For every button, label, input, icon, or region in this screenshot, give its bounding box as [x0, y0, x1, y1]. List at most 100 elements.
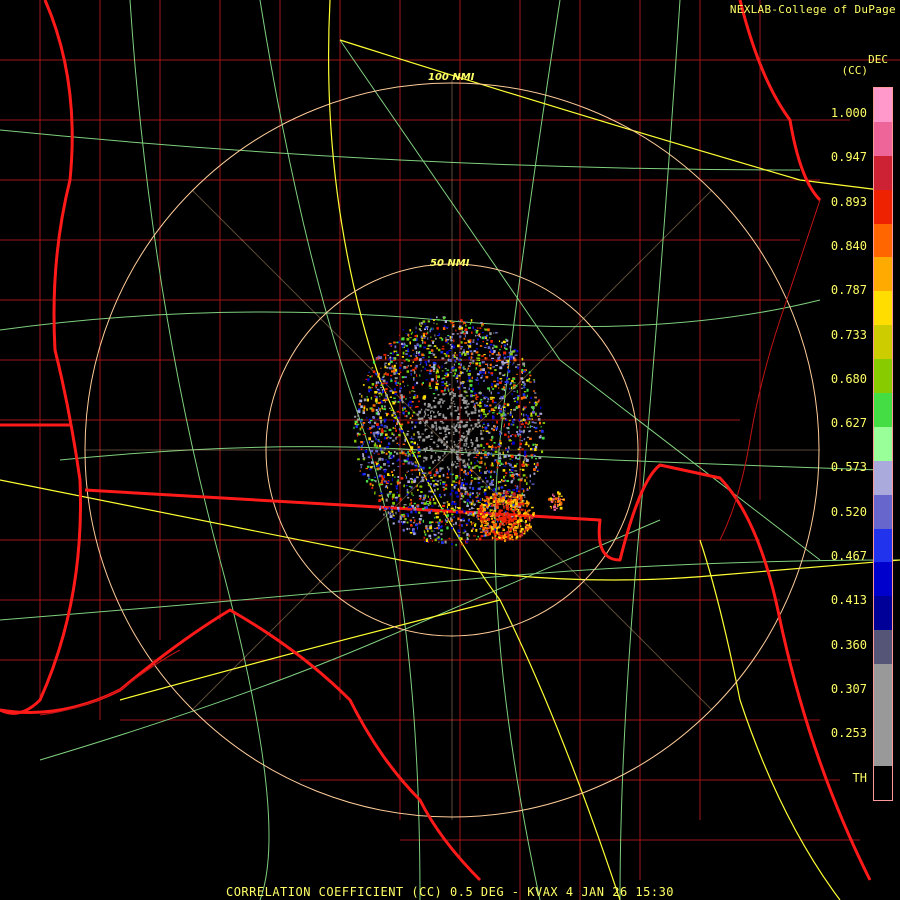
radar-echo-pixel [436, 480, 440, 483]
radar-echo-pixel [523, 530, 526, 533]
radar-echo-pixel [393, 419, 395, 423]
radar-echo-pixel [467, 373, 471, 375]
radar-echo-pixel [468, 458, 470, 461]
radar-echo-pixel [497, 445, 501, 448]
radar-echo-pixel [480, 504, 483, 507]
radar-echo-pixel [467, 472, 469, 475]
radar-echo-pixel [519, 468, 522, 471]
radar-echo-pixel [495, 500, 497, 503]
radar-echo-pixel [419, 498, 422, 500]
radar-echo-pixel [534, 448, 537, 452]
radar-echo-pixel [417, 448, 421, 452]
radar-echo-pixel [492, 409, 496, 412]
radar-echo-pixel [448, 349, 452, 352]
radar-echo-pixel [414, 461, 416, 463]
radar-echo-pixel [440, 525, 443, 527]
radar-echo-pixel [357, 448, 360, 450]
radar-echo-pixel [405, 344, 408, 347]
radar-echo-pixel [470, 400, 474, 403]
radar-echo-pixel [391, 471, 393, 473]
radar-echo-pixel [483, 380, 485, 382]
radar-echo-pixel [371, 383, 375, 386]
radar-echo-pixel [455, 477, 457, 480]
radar-echo-pixel [507, 430, 510, 433]
radar-echo-pixel [407, 470, 409, 472]
radar-echo-pixel [362, 422, 366, 424]
radar-echo-pixel [497, 443, 500, 446]
radar-echo-pixel [388, 494, 390, 498]
radar-echo-pixel [457, 320, 460, 322]
radar-echo-pixel [387, 473, 390, 476]
radar-echo-pixel [368, 371, 370, 373]
radar-echo-pixel [526, 488, 528, 490]
radar-echo-pixel [438, 366, 441, 369]
radar-echo-pixel [473, 411, 477, 414]
radar-echo-pixel [510, 358, 513, 360]
radar-echo-pixel [503, 465, 507, 467]
radar-echo-pixel [399, 387, 402, 390]
radar-echo-pixel [447, 428, 451, 430]
radar-echo-pixel [384, 397, 388, 400]
radar-echo-pixel [521, 412, 523, 416]
radar-echo-pixel [528, 421, 531, 424]
radar-echo-pixel [428, 534, 432, 538]
radar-echo-pixel [484, 524, 487, 527]
radar-echo-pixel [507, 356, 510, 358]
radar-echo-pixel [463, 500, 465, 503]
radar-echo-pixel [442, 486, 445, 488]
radar-echo-pixel [436, 427, 438, 431]
radar-echo-pixel [402, 443, 406, 446]
radar-echo-pixel [498, 486, 500, 490]
radar-echo-pixel [376, 467, 380, 470]
radar-echo-pixel [518, 446, 522, 448]
radar-echo-pixel [441, 370, 444, 372]
radar-echo-pixel [440, 467, 444, 470]
radar-echo-pixel [451, 473, 454, 476]
radar-echo-pixel [413, 502, 416, 505]
radar-echo-pixel [437, 375, 440, 379]
radar-echo-pixel [491, 435, 494, 439]
radar-echo-pixel [488, 389, 491, 392]
radar-echo-pixel [412, 411, 416, 414]
radar-echo-pixel [437, 439, 440, 442]
radar-echo-pixel [464, 353, 467, 356]
radar-echo-pixel [472, 339, 475, 341]
radar-echo-pixel [450, 449, 454, 452]
radar-echo-pixel [382, 506, 384, 508]
radar-echo-pixel [392, 501, 395, 505]
radar-echo-pixel [515, 488, 519, 490]
radar-echo-pixel [407, 506, 410, 509]
radar-echo-pixel [487, 529, 489, 532]
radar-echo-pixel [453, 423, 455, 425]
radar-echo-pixel [519, 426, 523, 428]
radar-echo-pixel [419, 435, 422, 439]
radar-echo-pixel [369, 482, 372, 486]
radar-echo-pixel [419, 322, 421, 326]
ring-label-100: 100 NMI [428, 72, 475, 83]
color-scale-label: 0.947 [830, 150, 867, 165]
radar-echo-pixel [406, 527, 409, 531]
radar-echo-pixel [510, 434, 512, 437]
radar-echo-pixel [496, 466, 499, 469]
radar-echo-pixel [535, 457, 537, 460]
radar-echo-pixel [396, 481, 400, 485]
radar-echo-pixel [502, 505, 505, 508]
radar-echo-pixel [367, 398, 369, 402]
radar-echo-pixel [526, 417, 529, 420]
radar-echo-pixel [499, 534, 503, 537]
radar-echo-pixel [452, 394, 456, 397]
radar-echo-pixel [430, 489, 432, 491]
radar-echo-pixel [465, 395, 469, 397]
radar-echo-pixel [477, 333, 480, 336]
radar-echo-pixel [385, 459, 387, 461]
radar-echo-pixel [405, 410, 408, 412]
radar-echo-pixel [389, 436, 392, 439]
radar-echo-pixel [392, 352, 394, 355]
radar-echo-pixel [384, 507, 386, 510]
radar-echo-pixel [490, 509, 493, 511]
radar-echo-pixel [503, 491, 505, 495]
radar-echo-pixel [558, 503, 561, 506]
radar-echo-pixel [484, 426, 488, 430]
radar-echo-pixel [450, 345, 453, 348]
radar-echo-pixel [432, 479, 435, 482]
